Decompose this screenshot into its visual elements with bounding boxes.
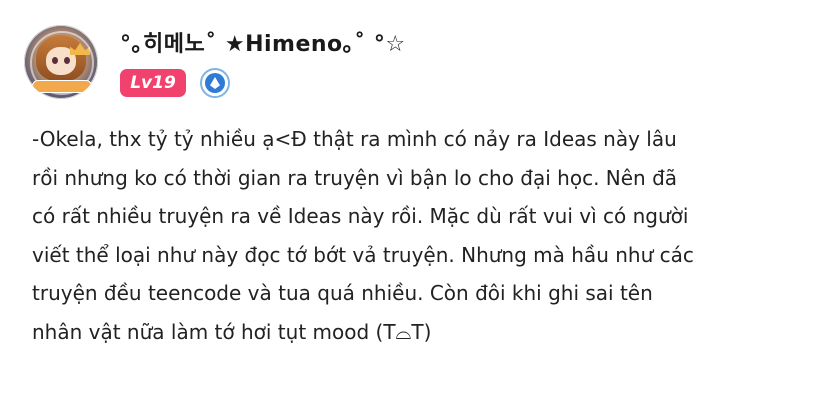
username[interactable]: °｡히메노˚ ★Himeno｡˚ °☆ (120, 26, 406, 58)
comment-line: có rất nhiều truyện ra về Ideas này rồi.… (32, 204, 689, 228)
level-badge: Lv19 (120, 69, 186, 97)
avatar[interactable] (24, 25, 98, 99)
comment-line: rồi nhưng ko có thời gian ra truyện vì b… (32, 165, 678, 190)
comment-text: -Okela, thx tỷ tỷ nhiều ạ<Đ thật ra mình… (32, 120, 812, 351)
comment-line: nhân vật nữa làm tớ hơi tụt mood (T⌓T) (32, 319, 432, 344)
comment-line: -Okela, thx tỷ tỷ nhiều ạ<Đ thật ra mình… (32, 127, 677, 151)
avatar-frame-tag (32, 80, 92, 93)
comment-line: truyện đều teencode và tua quá nhiều. Cò… (32, 281, 653, 305)
badge-inner (205, 73, 225, 93)
blue-diamond-badge-icon[interactable] (200, 68, 230, 98)
comment-line: viết thể loại như này đọc tớ bớt vả truy… (32, 242, 694, 267)
